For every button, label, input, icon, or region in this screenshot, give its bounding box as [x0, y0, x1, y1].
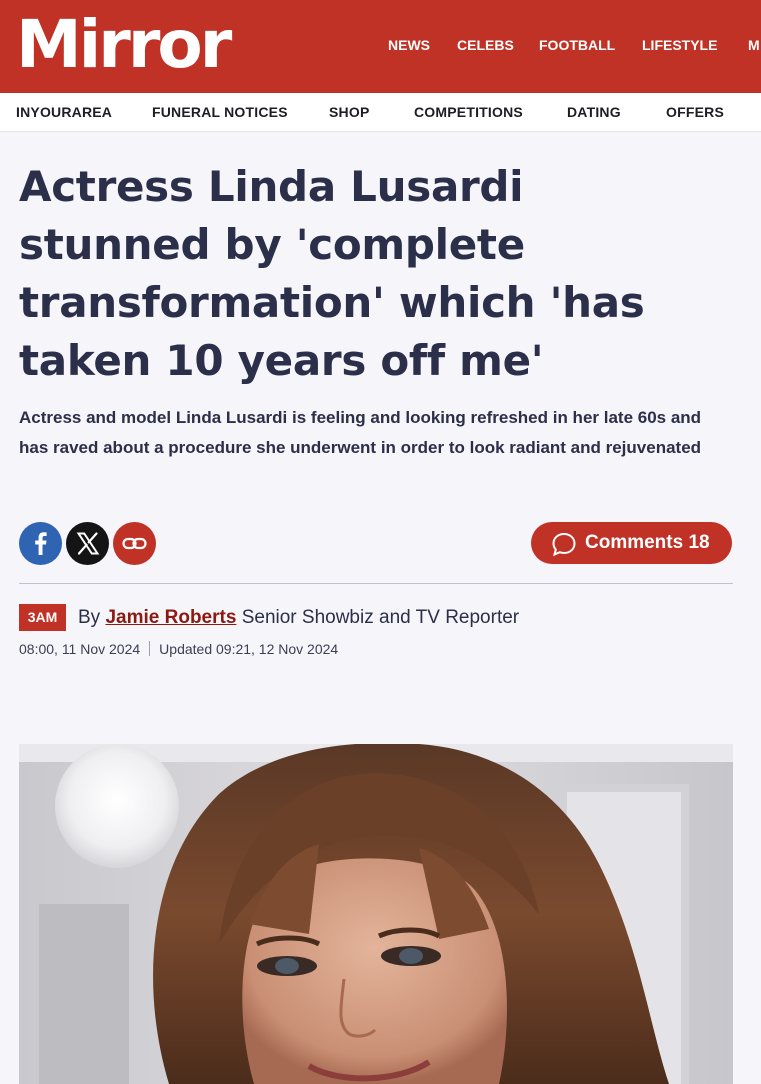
byline-prefix: By — [78, 607, 101, 628]
date-separator — [149, 641, 151, 656]
nav-item-more[interactable]: M — [748, 36, 760, 54]
share-facebook-button[interactable] — [19, 522, 62, 565]
article-standfirst: Actress and model Linda Lusardi is feeli… — [19, 408, 702, 457]
link-icon — [122, 537, 147, 550]
comments-label: Comments 18 — [585, 532, 710, 553]
woman-portrait-photo — [19, 744, 733, 1084]
mirror-logo[interactable]: Mirror — [16, 2, 232, 88]
nav-item-news[interactable]: NEWS — [388, 36, 430, 54]
x-icon — [76, 532, 100, 555]
nav-item-celebs[interactable]: CELEBS — [457, 36, 514, 54]
subnav-item-dating[interactable]: DATING — [567, 104, 621, 120]
subnav-item-inyourarea[interactable]: INYOURAREA — [16, 104, 112, 120]
nav-item-lifestyle[interactable]: LIFESTYLE — [642, 36, 717, 54]
copy-link-button[interactable] — [113, 522, 156, 565]
nav-item-football[interactable]: FOOTBALL — [539, 36, 615, 54]
subnav-item-offers[interactable]: OFFERS — [666, 104, 724, 120]
divider — [19, 583, 733, 584]
comments-button[interactable]: Comments 18 — [531, 522, 732, 564]
masthead: Mirror NEWS CELEBS FOOTBALL LIFESTYLE M — [0, 0, 761, 93]
share-x-button[interactable] — [66, 522, 109, 565]
subnav-item-shop[interactable]: SHOP — [329, 104, 369, 120]
author-link[interactable]: Jamie Roberts — [105, 607, 236, 628]
section-badge[interactable]: 3AM — [19, 604, 66, 631]
speech-bubble-icon — [552, 532, 576, 557]
article-dates: 08:00, 11 Nov 2024 Updated 09:21, 12 Nov … — [19, 641, 338, 657]
article-headline: Actress Linda Lusardi stunned by 'comple… — [19, 162, 645, 385]
updated-time: Updated 09:21, 12 Nov 2024 — [159, 641, 339, 657]
author-role: Senior Showbiz and TV Reporter — [241, 607, 520, 628]
article-hero-image[interactable] — [19, 744, 733, 1084]
byline: By Jamie Roberts Senior Showbiz and TV R… — [78, 607, 519, 629]
secondary-nav: INYOURAREA FUNERAL NOTICES SHOP COMPETIT… — [0, 93, 761, 132]
published-time: 08:00, 11 Nov 2024 — [19, 641, 141, 657]
subnav-item-funeral-notices[interactable]: FUNERAL NOTICES — [152, 104, 288, 120]
facebook-icon — [35, 532, 47, 555]
subnav-item-competitions[interactable]: COMPETITIONS — [414, 104, 523, 120]
